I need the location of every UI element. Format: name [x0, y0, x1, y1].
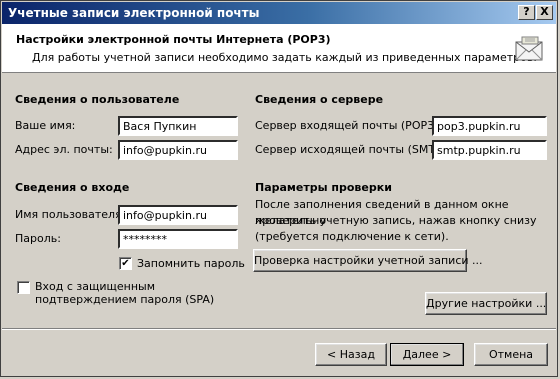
- remember-password-checkbox[interactable]: ✔: [119, 257, 132, 270]
- login-info-heading: Сведения о входе: [15, 181, 130, 194]
- password-label: Пароль:: [15, 232, 61, 245]
- next-button[interactable]: Далее >: [390, 343, 464, 366]
- test-description-line3: (требуется подключение к сети).: [255, 230, 449, 243]
- spa-checkbox[interactable]: [17, 281, 30, 294]
- header-title: Настройки электронной почты Интернета (P…: [16, 33, 331, 46]
- email-input[interactable]: info@pupkin.ru: [118, 140, 238, 160]
- remember-password-label: Запомнить пароль: [137, 257, 245, 270]
- spa-label-line1: Вход с защищенным: [35, 280, 156, 293]
- name-input[interactable]: Вася Пупкин: [118, 116, 238, 136]
- outgoing-server-label: Сервер исходящей почты (SMTP):: [255, 143, 450, 156]
- test-settings-heading: Параметры проверки: [255, 181, 392, 194]
- email-envelope-icon: [515, 36, 543, 61]
- email-label: Адрес эл. почты:: [15, 143, 113, 156]
- username-input[interactable]: info@pupkin.ru: [118, 205, 238, 225]
- back-button[interactable]: < Назад: [315, 343, 387, 366]
- close-button[interactable]: X: [536, 5, 553, 20]
- account-settings-dialog: Учетные записи электронной почты ? X Нас…: [0, 0, 558, 377]
- title-bar: Учетные записи электронной почты ? X: [2, 2, 556, 24]
- incoming-server-label: Сервер входящей почты (POP3):: [255, 119, 443, 132]
- username-label: Имя пользователя:: [15, 208, 126, 221]
- test-account-settings-button[interactable]: Проверка настройки учетной записи ...: [253, 249, 483, 272]
- test-description-line2: проверить учетную запись, нажав кнопку с…: [255, 214, 537, 227]
- name-label: Ваше имя:: [15, 119, 76, 132]
- cancel-button[interactable]: Отмена: [474, 343, 548, 366]
- server-info-heading: Сведения о сервере: [255, 93, 384, 106]
- header-subtitle: Для работы учетной записи необходимо зад…: [32, 51, 537, 64]
- spa-label-line2: подтверждением пароля (SPA): [35, 293, 215, 306]
- footer-separator: [2, 328, 556, 330]
- window-title: Учетные записи электронной почты: [8, 6, 260, 20]
- password-input[interactable]: ********: [118, 229, 238, 249]
- outgoing-server-input[interactable]: smtp.pupkin.ru: [432, 140, 547, 160]
- more-settings-button[interactable]: Другие настройки ...: [425, 292, 547, 315]
- help-button[interactable]: ?: [518, 5, 535, 20]
- incoming-server-input[interactable]: pop3.pupkin.ru: [432, 116, 547, 136]
- wizard-header: Настройки электронной почты Интернета (P…: [2, 24, 556, 73]
- user-info-heading: Сведения о пользователе: [15, 93, 180, 106]
